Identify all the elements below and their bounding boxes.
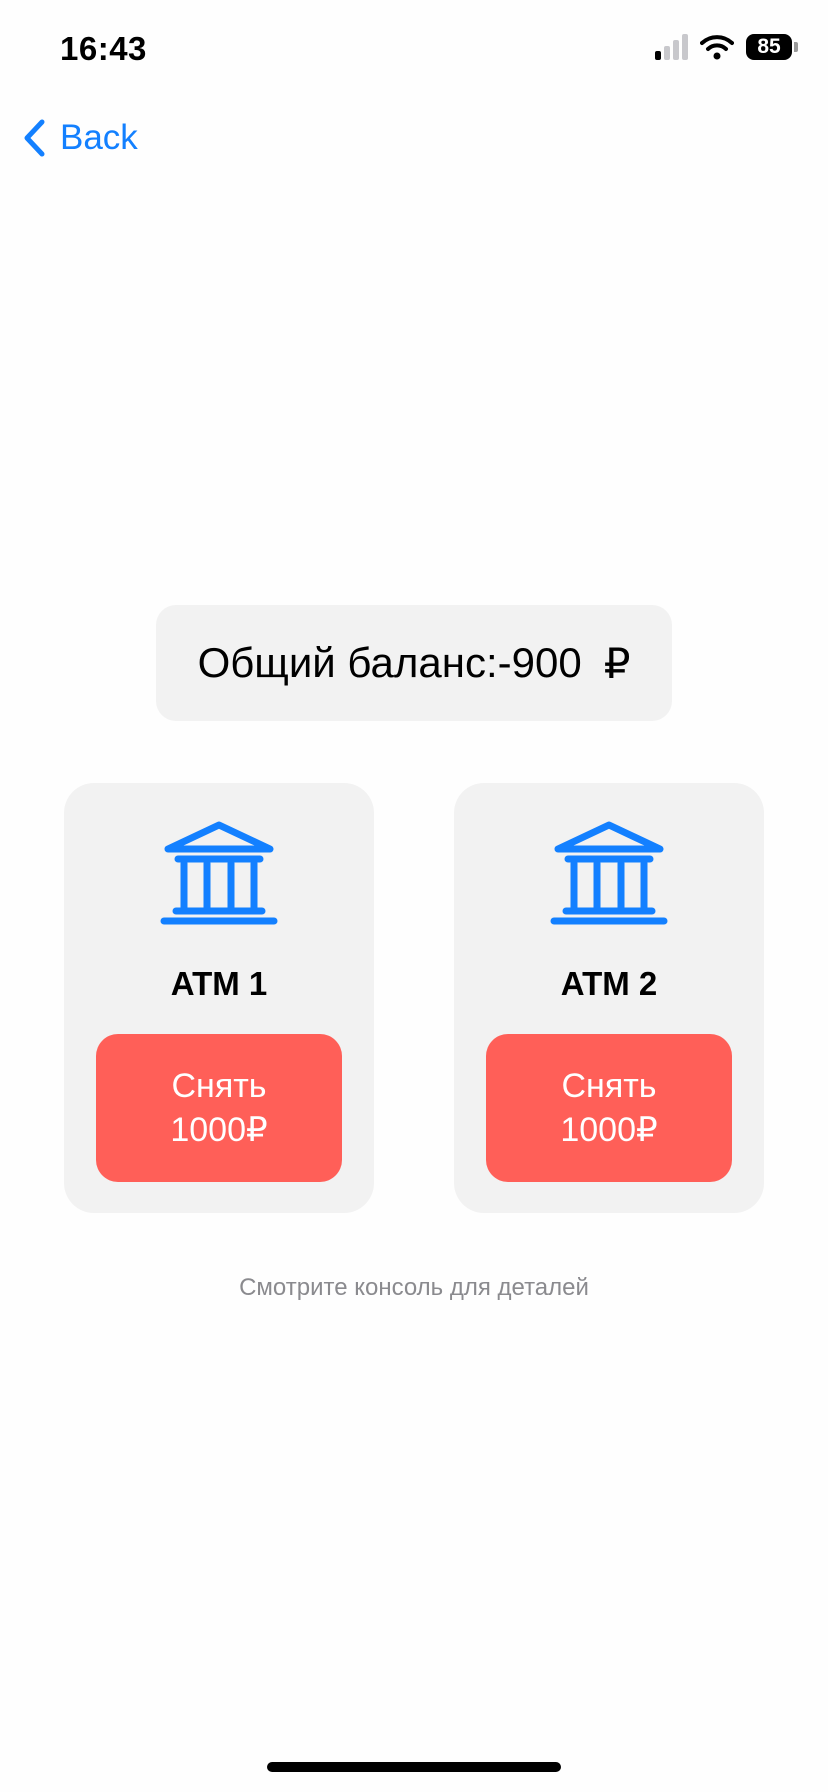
balance-currency: ₽ xyxy=(603,639,631,687)
withdraw-button-atm-2[interactable]: Снять 1000₽ xyxy=(486,1034,732,1182)
status-time: 16:43 xyxy=(60,30,147,67)
wifi-icon xyxy=(700,35,734,60)
atm-card-1: ATM 1 Снять 1000₽ xyxy=(64,783,374,1213)
total-balance: Общий баланс: -900 ₽ xyxy=(156,605,672,721)
chevron-left-icon xyxy=(24,119,45,157)
battery-icon: 85 xyxy=(746,34,798,60)
withdraw-label: Снять xyxy=(171,1067,267,1105)
withdraw-button-atm-1[interactable]: Снять 1000₽ xyxy=(96,1034,342,1182)
back-button[interactable]: Back xyxy=(22,118,138,158)
balance-label: Общий баланс: xyxy=(197,639,498,686)
status-icons: 85 xyxy=(655,34,798,60)
back-label: Back xyxy=(60,118,138,157)
atm-title: ATM 1 xyxy=(170,965,268,1002)
withdraw-amount: 1000₽ xyxy=(560,1111,658,1149)
withdraw-label: Снять xyxy=(561,1067,657,1105)
cellular-signal-icon xyxy=(655,34,688,60)
balance-amount: -900 xyxy=(497,639,582,686)
atm-title: ATM 2 xyxy=(560,965,658,1002)
console-hint: Смотрите консоль для деталей xyxy=(239,1274,589,1301)
bank-building-icon xyxy=(160,821,278,925)
withdraw-amount: 1000₽ xyxy=(170,1111,268,1149)
battery-level: 85 xyxy=(746,34,792,60)
home-indicator[interactable] xyxy=(267,1762,561,1772)
bank-building-icon xyxy=(550,821,668,925)
atm-card-2: ATM 2 Снять 1000₽ xyxy=(454,783,764,1213)
